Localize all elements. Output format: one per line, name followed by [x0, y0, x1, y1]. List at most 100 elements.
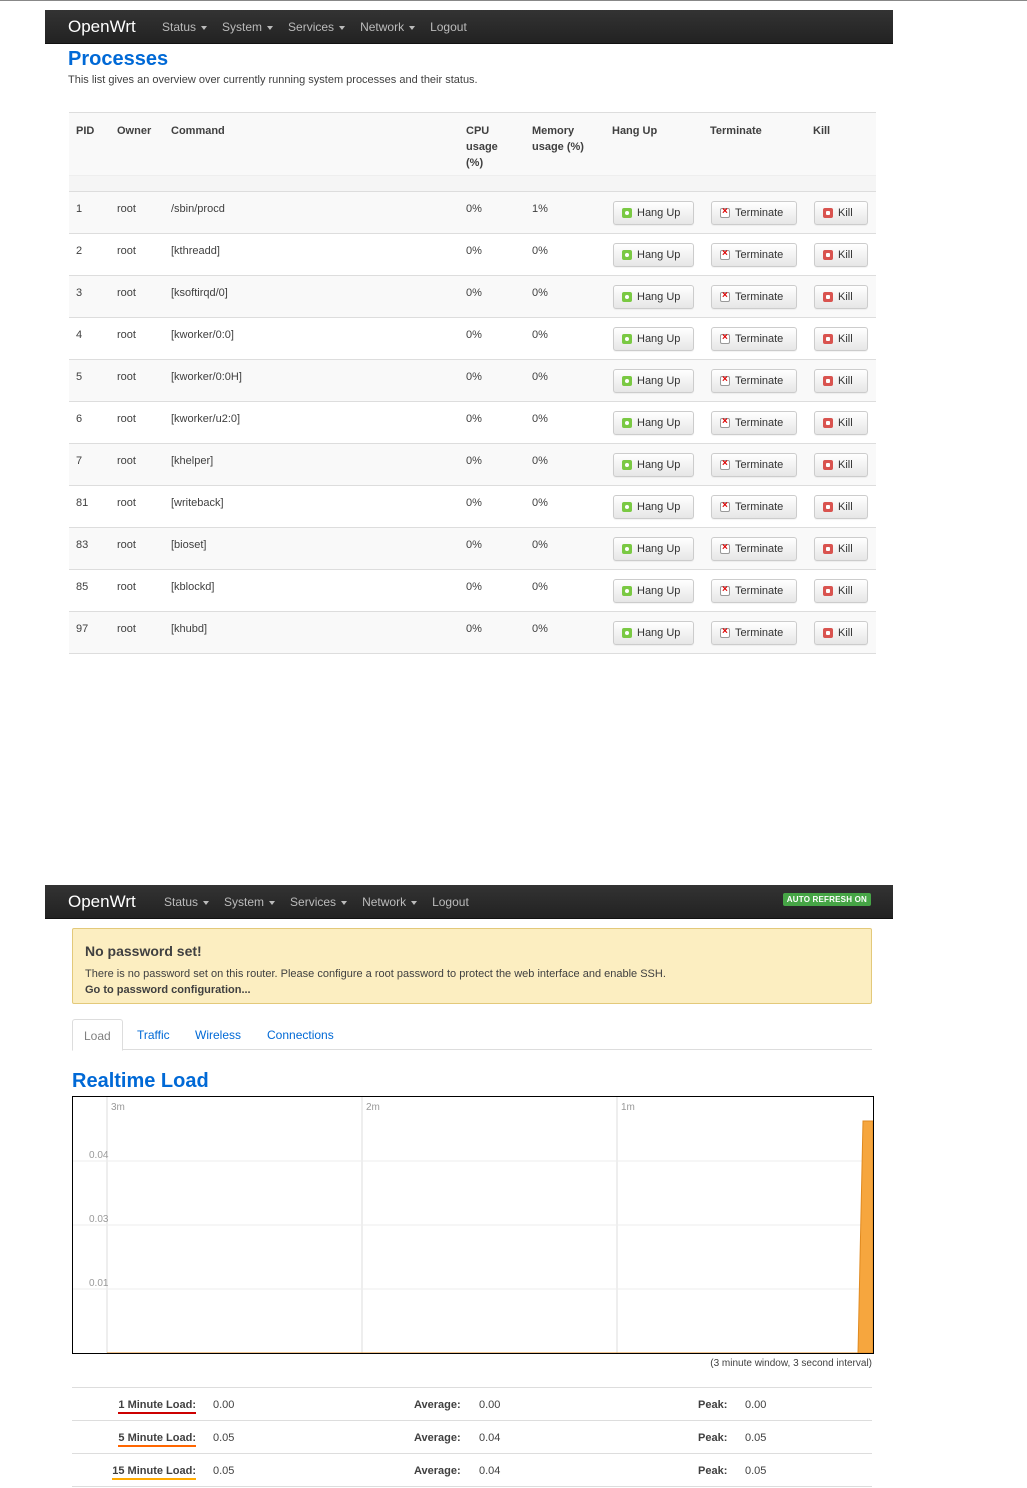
- close-icon: [720, 374, 730, 386]
- terminate-button[interactable]: Terminate: [711, 243, 797, 267]
- hangup-button[interactable]: Hang Up: [613, 243, 694, 267]
- x-tick-label: 2m: [366, 1102, 380, 1113]
- x-tick-label: 3m: [111, 1102, 125, 1113]
- stop-icon: [823, 628, 833, 638]
- refresh-icon: [622, 502, 632, 512]
- kill-button[interactable]: Kill: [814, 537, 868, 561]
- cell-memory: 0%: [532, 539, 548, 551]
- peak-value: 0.05: [745, 1465, 767, 1477]
- stop-icon: [823, 418, 833, 428]
- peak-label: Peak:: [698, 1465, 728, 1477]
- stop-icon: [823, 376, 833, 386]
- hangup-button[interactable]: Hang Up: [613, 579, 694, 603]
- menu-system[interactable]: System: [222, 20, 274, 34]
- cell-memory: 0%: [532, 245, 548, 257]
- cell-command: [kworker/0:0H]: [171, 371, 242, 383]
- hangup-button[interactable]: Hang Up: [613, 285, 694, 309]
- cell-command: [bioset]: [171, 539, 207, 551]
- tab-wireless[interactable]: Wireless: [195, 1019, 241, 1050]
- hangup-button[interactable]: Hang Up: [613, 495, 694, 519]
- kill-button[interactable]: Kill: [814, 411, 868, 435]
- table-body: 1 root/sbin/procd 0% 1% Hang Up Terminate Kill…: [69, 192, 876, 654]
- cell-cpu: 0%: [466, 539, 482, 551]
- hangup-button[interactable]: Hang Up: [613, 201, 694, 225]
- terminate-button[interactable]: Terminate: [711, 411, 797, 435]
- hangup-button[interactable]: Hang Up: [613, 537, 694, 561]
- load-label: 1 Minute Load:: [118, 1399, 196, 1414]
- cell-command: [ksoftirqd/0]: [171, 287, 228, 299]
- col-command: Command: [171, 125, 225, 137]
- stop-icon: [823, 460, 833, 470]
- kill-button[interactable]: Kill: [814, 285, 868, 309]
- refresh-icon: [622, 376, 632, 386]
- kill-button[interactable]: Kill: [814, 369, 868, 393]
- y-tick-label: 0.01: [89, 1278, 109, 1289]
- terminate-button[interactable]: Terminate: [711, 453, 797, 477]
- brand-logo[interactable]: OpenWrt: [68, 892, 136, 912]
- refresh-icon: [622, 460, 632, 470]
- terminate-button[interactable]: Terminate: [711, 579, 797, 603]
- peak-value: 0.05: [745, 1432, 767, 1444]
- cell-owner: root: [117, 497, 136, 509]
- cell-cpu: 0%: [466, 203, 482, 215]
- tab-load[interactable]: Load: [72, 1019, 123, 1051]
- hangup-button[interactable]: Hang Up: [613, 327, 694, 351]
- kill-button[interactable]: Kill: [814, 579, 868, 603]
- kill-button[interactable]: Kill: [814, 621, 868, 645]
- stop-icon: [823, 334, 833, 344]
- cell-command: /sbin/procd: [171, 203, 225, 215]
- menu-logout[interactable]: Logout: [432, 895, 469, 909]
- brand-logo[interactable]: OpenWrt: [68, 17, 136, 37]
- hangup-button[interactable]: Hang Up: [613, 411, 694, 435]
- cell-owner: root: [117, 287, 136, 299]
- cell-pid: 3: [76, 287, 83, 299]
- close-icon: [720, 248, 730, 260]
- load-row: 5 Minute Load: 0.05 Average: 0.04 Peak: 0.05: [72, 1421, 872, 1454]
- table-row: 81 root [writeback] 0% 0% Hang Up Terminate Kil…: [69, 486, 876, 528]
- tab-traffic[interactable]: Traffic: [137, 1019, 170, 1050]
- menu-network[interactable]: Network: [360, 20, 416, 34]
- cell-owner: root: [117, 413, 136, 425]
- hangup-button[interactable]: Hang Up: [613, 369, 694, 393]
- terminate-button[interactable]: Terminate: [711, 285, 797, 309]
- terminate-button[interactable]: Terminate: [711, 201, 797, 225]
- page-title: Processes: [68, 48, 169, 70]
- terminate-button[interactable]: Terminate: [711, 621, 797, 645]
- cell-owner: root: [117, 203, 136, 215]
- chevron-down-icon: [341, 900, 348, 905]
- terminate-button[interactable]: Terminate: [711, 537, 797, 561]
- load-label: 5 Minute Load:: [118, 1432, 196, 1447]
- terminate-button[interactable]: Terminate: [711, 495, 797, 519]
- menu-system[interactable]: System: [224, 895, 276, 909]
- terminate-button[interactable]: Terminate: [711, 369, 797, 393]
- password-config-link[interactable]: Go to password configuration...: [85, 984, 251, 996]
- menu-logout[interactable]: Logout: [430, 20, 467, 34]
- table-row: 97 root [khubd] 0% 0% Hang Up Terminate Kill: [69, 612, 876, 654]
- tab-connections[interactable]: Connections: [267, 1019, 334, 1050]
- kill-button[interactable]: Kill: [814, 327, 868, 351]
- main-menu: Status System Services Network Logout: [164, 895, 484, 909]
- kill-button[interactable]: Kill: [814, 243, 868, 267]
- auto-refresh-badge[interactable]: AUTO REFRESH ON: [782, 893, 871, 906]
- terminate-button[interactable]: Terminate: [711, 327, 797, 351]
- menu-status[interactable]: Status: [164, 895, 210, 909]
- kill-button[interactable]: Kill: [814, 201, 868, 225]
- hangup-button[interactable]: Hang Up: [613, 453, 694, 477]
- cell-memory: 0%: [532, 497, 548, 509]
- menu-services[interactable]: Services: [290, 895, 348, 909]
- navbar: OpenWrt Status System Services Network L…: [45, 10, 893, 44]
- kill-button[interactable]: Kill: [814, 495, 868, 519]
- cell-pid: 5: [76, 371, 83, 383]
- cell-memory: 0%: [532, 371, 548, 383]
- menu-status[interactable]: Status: [162, 20, 208, 34]
- kill-button[interactable]: Kill: [814, 453, 868, 477]
- cell-owner: root: [117, 623, 136, 635]
- chevron-down-icon: [267, 25, 274, 30]
- load-table: 1 Minute Load: 0.00 Average: 0.00 Peak: 0.00 5…: [72, 1387, 872, 1487]
- table-row: 7 root [khelper] 0% 0% Hang Up Terminate Kill: [69, 444, 876, 486]
- menu-services[interactable]: Services: [288, 20, 346, 34]
- cell-memory: 0%: [532, 581, 548, 593]
- hangup-button[interactable]: Hang Up: [613, 621, 694, 645]
- chevron-down-icon: [411, 900, 418, 905]
- menu-network[interactable]: Network: [362, 895, 418, 909]
